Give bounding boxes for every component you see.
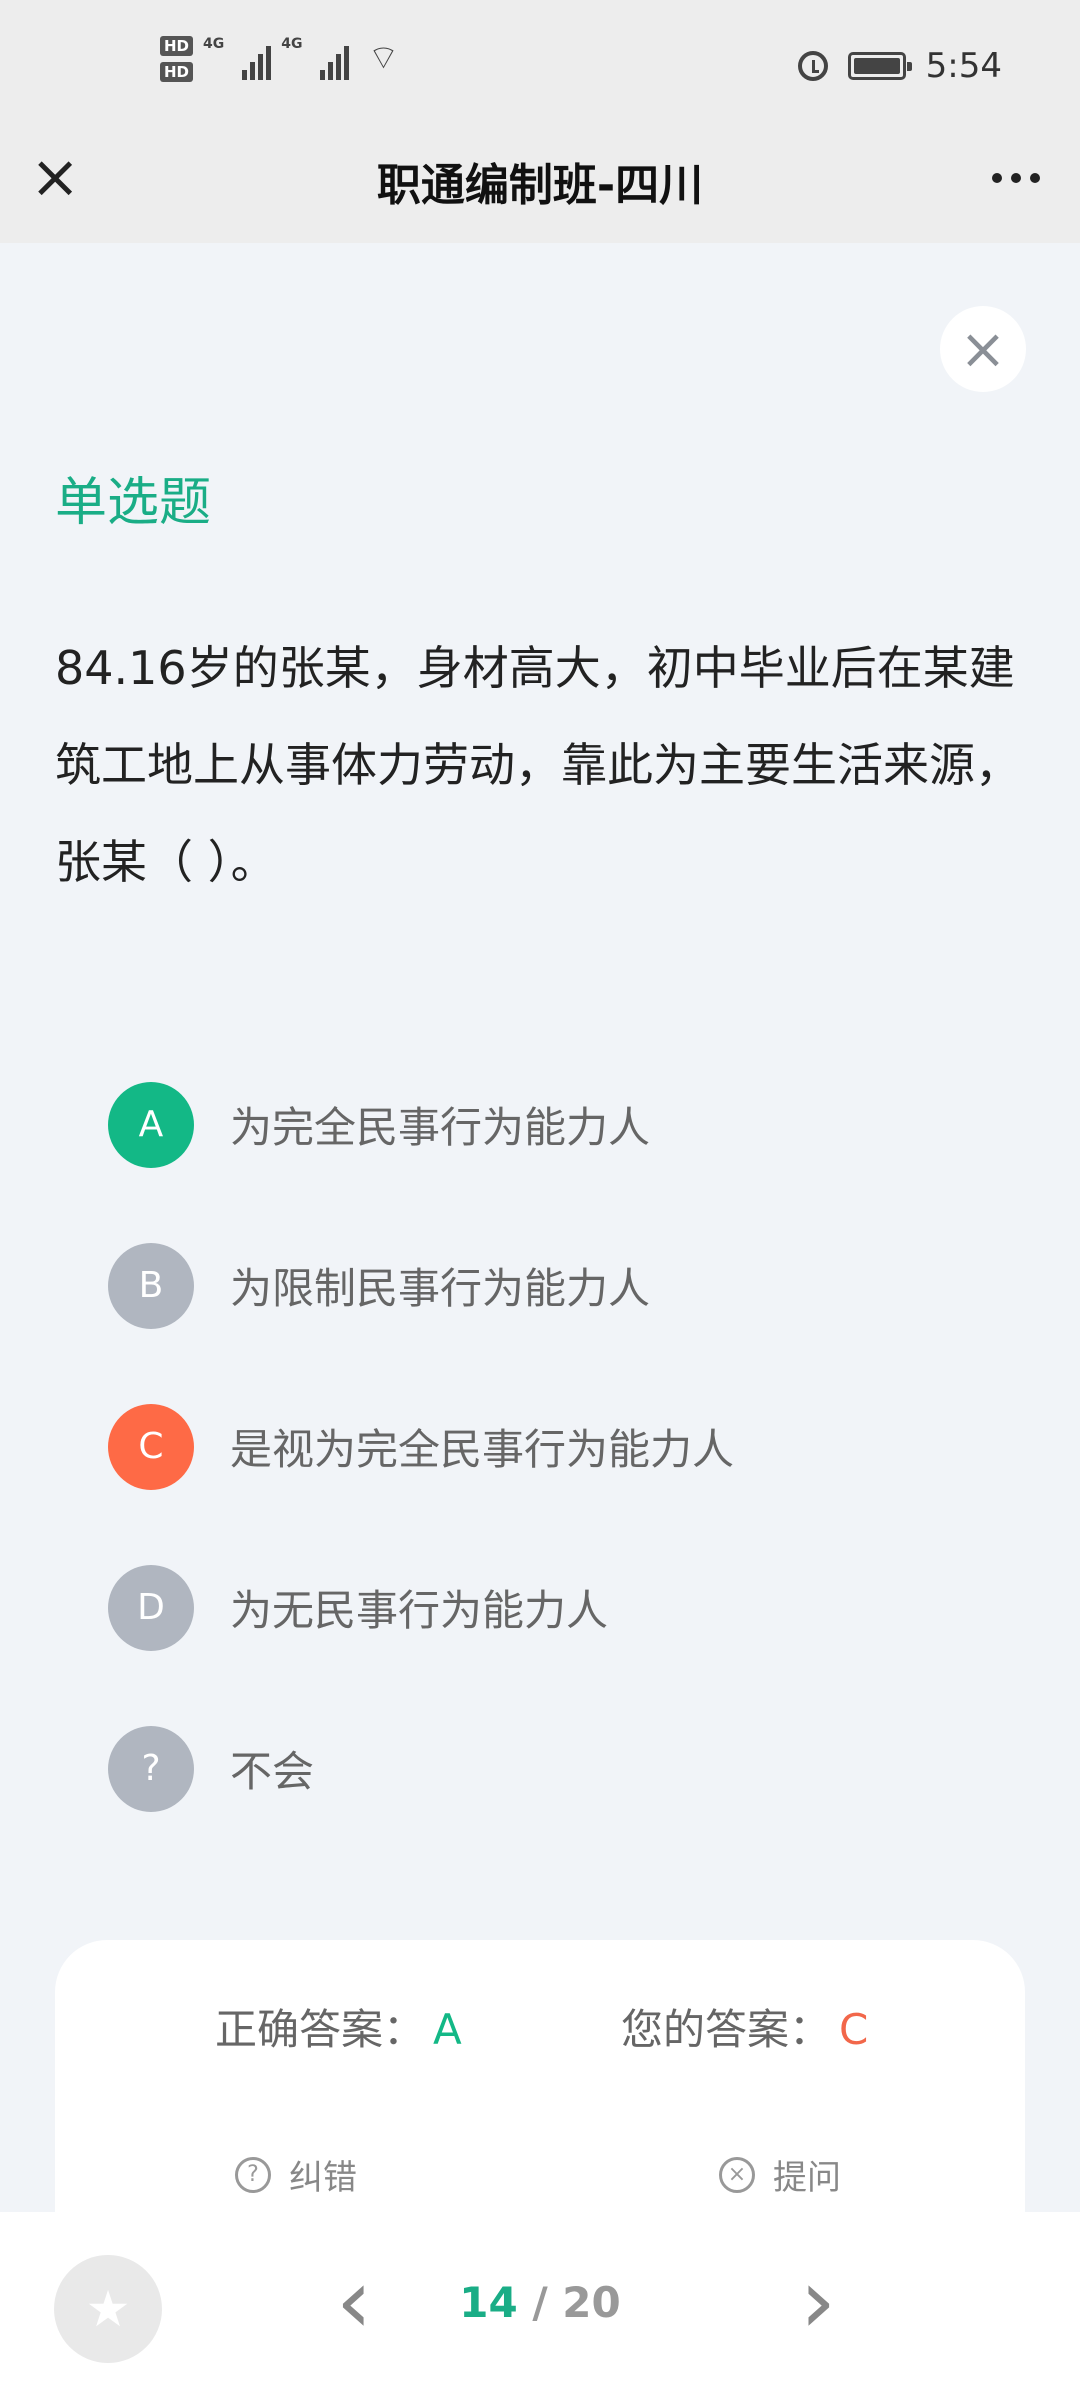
alarm-icon bbox=[797, 51, 828, 81]
chevron-right-icon: › bbox=[800, 2249, 836, 2354]
question-type: 单选题 bbox=[55, 473, 212, 533]
option-a[interactable]: A 为完全民事行为能力人 bbox=[108, 1044, 734, 1205]
wifi-icon: ⌔ bbox=[367, 38, 400, 78]
page-indicator: 14 / 20 bbox=[0, 2278, 1080, 2327]
more-icon[interactable] bbox=[992, 173, 1040, 183]
option-b[interactable]: B 为限制民事行为能力人 bbox=[108, 1205, 734, 1366]
option-letter: B bbox=[108, 1242, 194, 1329]
correct-answer-value: A bbox=[433, 2005, 462, 2054]
ask-question-label: 提问 bbox=[773, 2158, 841, 2198]
option-c[interactable]: C 是视为完全民事行为能力人 bbox=[108, 1366, 734, 1527]
status-bar: HD HD 4G 4G ⌔ 5:54 bbox=[0, 0, 1080, 135]
option-text: 为完全民事行为能力人 bbox=[230, 1103, 651, 1152]
your-answer-value: C bbox=[839, 2005, 869, 2054]
option-letter: A bbox=[108, 1081, 194, 1168]
close-question-button[interactable]: × bbox=[940, 306, 1026, 392]
answer-card: 正确答案： A 您的答案： C ? 纠错 × 提问 bbox=[55, 1940, 1025, 2240]
clock: 5:54 bbox=[925, 46, 1002, 86]
total-pages: 20 bbox=[562, 2278, 621, 2327]
your-answer: 您的答案： C bbox=[621, 1996, 868, 2057]
report-error-label: 纠错 bbox=[289, 2158, 357, 2198]
question-text: 84.16岁的张某，身材高大，初中毕业后在某建筑工地上从事体力劳动，靠此为主要生… bbox=[55, 641, 1021, 889]
close-icon: × bbox=[959, 316, 1007, 382]
current-page: 14 bbox=[459, 2278, 518, 2327]
nav-bar: × 职通编制班-四川 bbox=[0, 135, 1080, 243]
next-button[interactable]: › bbox=[800, 2252, 836, 2352]
option-text: 是视为完全民事行为能力人 bbox=[230, 1425, 735, 1474]
status-right: 5:54 bbox=[797, 46, 1002, 86]
option-d[interactable]: D 为无民事行为能力人 bbox=[108, 1527, 734, 1688]
hd-badge-1: HD bbox=[160, 36, 194, 56]
question-circle-icon: ? bbox=[235, 2156, 271, 2193]
option-letter: ? bbox=[108, 1725, 194, 1812]
option-text: 为无民事行为能力人 bbox=[230, 1586, 609, 1635]
option-unknown[interactable]: ? 不会 bbox=[108, 1688, 734, 1849]
signal-icon-2 bbox=[320, 36, 350, 80]
your-answer-label: 您的答案： bbox=[621, 2005, 832, 2054]
status-left: HD HD 4G 4G ⌔ bbox=[160, 36, 399, 82]
signal-icon-1 bbox=[242, 36, 272, 80]
option-text: 不会 bbox=[230, 1747, 315, 1796]
options-list: A 为完全民事行为能力人 B 为限制民事行为能力人 C 是视为完全民事行为能力人… bbox=[108, 1044, 734, 1849]
option-letter: C bbox=[108, 1403, 194, 1490]
correct-answer: 正确答案： A bbox=[215, 1996, 462, 2057]
network-label-2: 4G bbox=[281, 36, 303, 52]
page-title: 职通编制班-四川 bbox=[376, 160, 704, 211]
search-x-icon: × bbox=[719, 2156, 755, 2193]
option-text: 为限制民事行为能力人 bbox=[230, 1264, 651, 1313]
ask-question-button[interactable]: × 提问 bbox=[719, 2150, 841, 2199]
option-letter: D bbox=[108, 1564, 194, 1651]
battery-icon bbox=[847, 52, 912, 80]
correct-answer-label: 正确答案： bbox=[215, 2005, 426, 2054]
hd-badge-2: HD bbox=[160, 62, 194, 82]
report-error-button[interactable]: ? 纠错 bbox=[235, 2150, 357, 2199]
bottom-bar: ★ ‹ 14 / 20 › bbox=[0, 2212, 1080, 2400]
network-label-1: 4G bbox=[203, 36, 225, 52]
page-separator: / bbox=[517, 2278, 563, 2327]
